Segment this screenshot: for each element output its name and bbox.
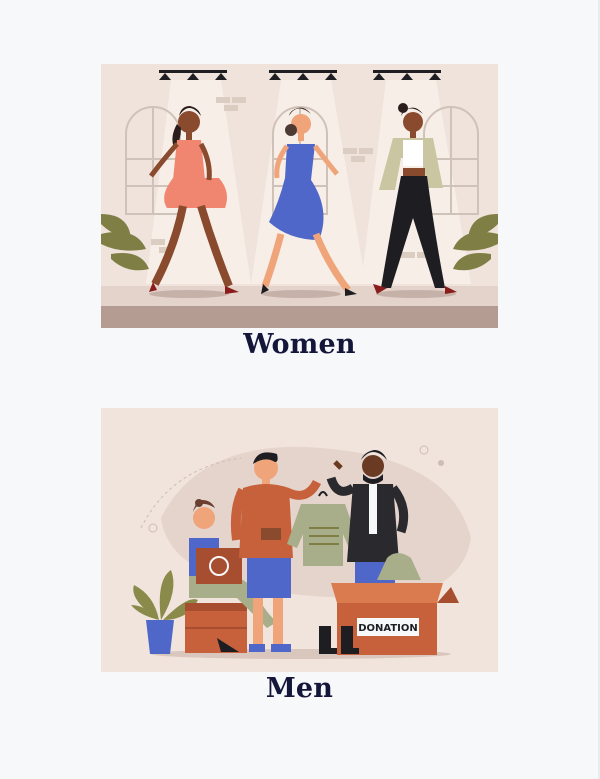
- category-label-women[interactable]: Women: [101, 328, 498, 362]
- category-card-men[interactable]: DONATION Men: [101, 408, 498, 706]
- men-clothing-donation-image[interactable]: DONATION: [101, 408, 498, 672]
- category-card-women[interactable]: Women: [101, 64, 498, 362]
- women-fashion-runway-image[interactable]: [101, 64, 498, 328]
- donation-box-text: DONATION: [358, 623, 418, 634]
- category-label-men[interactable]: Men: [101, 672, 498, 706]
